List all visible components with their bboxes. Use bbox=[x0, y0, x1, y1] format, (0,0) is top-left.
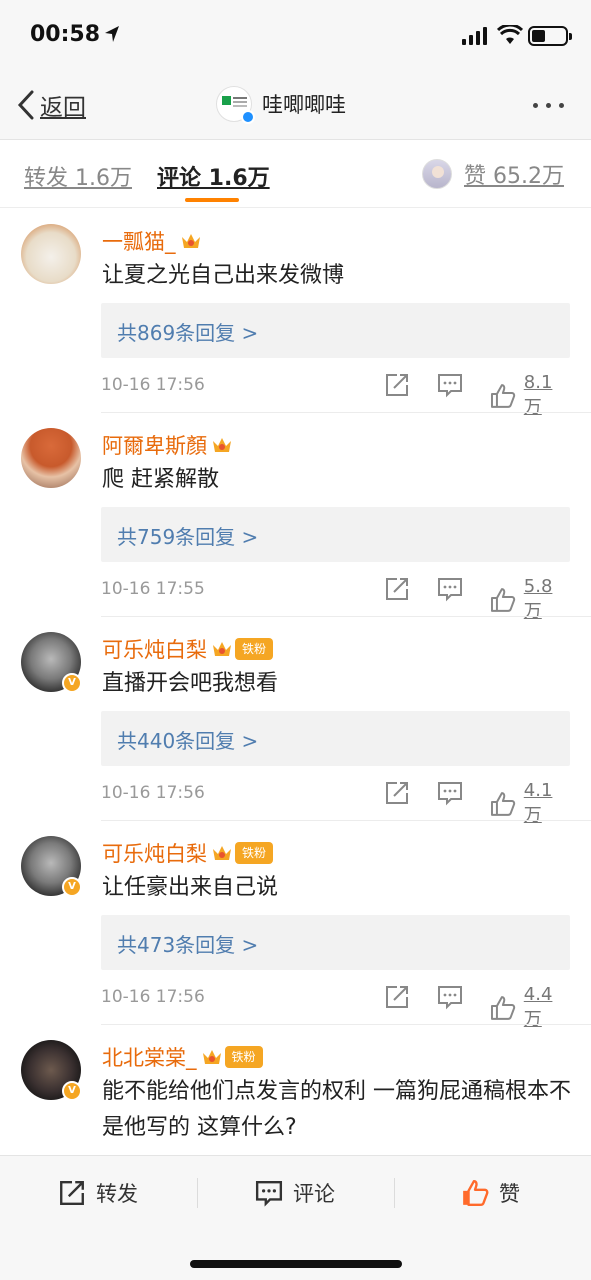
divider bbox=[101, 412, 591, 413]
share-icon bbox=[60, 1181, 84, 1205]
tab-likes[interactable]: 赞 65.2万 bbox=[422, 158, 564, 190]
back-label: 返回 bbox=[40, 95, 86, 121]
share-icon[interactable] bbox=[384, 984, 410, 1010]
thumbs-up-icon bbox=[490, 791, 516, 816]
reply-summary[interactable]: 共869条回复 > bbox=[101, 303, 570, 358]
thumbs-up-icon bbox=[490, 383, 516, 408]
comment-icon bbox=[255, 1181, 283, 1207]
verified-icon bbox=[241, 110, 255, 124]
verified-icon: V bbox=[62, 1081, 82, 1101]
reply-summary[interactable]: 共473条回复 > bbox=[101, 915, 570, 970]
thumbs-up-icon bbox=[490, 587, 516, 612]
comment-text: 爬 赶紧解散 bbox=[102, 467, 219, 492]
fan-badge: 铁粉 bbox=[235, 842, 274, 864]
comment-text: 能不能给他们点发言的权利 一篇狗屁通稿根本不是他写的 这算什么? bbox=[102, 1079, 571, 1140]
comment-button[interactable]: 评论 bbox=[255, 1177, 335, 1209]
comment-time: 10-16 17:56 bbox=[101, 375, 205, 395]
share-icon[interactable] bbox=[384, 780, 410, 806]
username[interactable]: 可乐炖白梨 bbox=[102, 634, 207, 664]
wifi-icon bbox=[497, 25, 523, 44]
active-tab-indicator bbox=[185, 198, 239, 202]
nav-bar: 返回 哇唧唧哇 bbox=[0, 70, 591, 140]
home-indicator[interactable] bbox=[190, 1260, 402, 1268]
tab-repost[interactable]: 转发 1.6万 bbox=[24, 160, 132, 192]
verified-icon: V bbox=[62, 877, 82, 897]
comment-icon[interactable] bbox=[437, 372, 463, 398]
signal-icon bbox=[462, 27, 487, 45]
status-bar: 00:58 bbox=[0, 0, 591, 70]
username[interactable]: 北北棠棠_ bbox=[102, 1042, 197, 1072]
crown-icon bbox=[213, 642, 231, 656]
avatar[interactable] bbox=[21, 224, 81, 284]
reply-count: 共473条回复 > bbox=[117, 933, 259, 957]
tab-bar: 转发 1.6万 评论 1.6万 赞 65.2万 bbox=[0, 140, 591, 208]
crown-icon bbox=[213, 438, 231, 452]
like-button[interactable]: 赞 bbox=[461, 1177, 520, 1209]
crown-icon bbox=[181, 234, 200, 248]
reply-summary[interactable]: 共440条回复 > bbox=[101, 711, 570, 766]
repost-button[interactable]: 转发 bbox=[58, 1177, 138, 1209]
like-label: 赞 bbox=[499, 1182, 520, 1206]
divider bbox=[101, 820, 591, 821]
avatar[interactable]: V bbox=[21, 1040, 82, 1101]
reply-count: 共759条回复 > bbox=[117, 525, 259, 549]
comment-time: 10-16 17:56 bbox=[101, 987, 205, 1007]
comment-text: 让任豪出来自己说 bbox=[102, 875, 279, 900]
comment-label: 评论 bbox=[293, 1182, 335, 1206]
fan-badge: 铁粉 bbox=[235, 638, 274, 660]
comment-time: 10-16 17:56 bbox=[101, 783, 205, 803]
reply-count: 共869条回复 > bbox=[117, 321, 259, 345]
more-icon[interactable] bbox=[533, 103, 564, 108]
location-arrow-icon bbox=[105, 26, 119, 42]
thumbs-up-icon bbox=[463, 1179, 489, 1207]
account-avatar[interactable] bbox=[216, 86, 255, 124]
comment-text: 让夏之光自己出来发微博 bbox=[102, 263, 345, 288]
username[interactable]: 一瓢猫_ bbox=[102, 226, 176, 256]
reply-summary[interactable]: 共759条回复 > bbox=[101, 507, 570, 562]
verified-icon: V bbox=[62, 673, 82, 693]
comment-time: 10-16 17:55 bbox=[101, 579, 205, 599]
chevron-left-icon bbox=[17, 90, 34, 120]
avatar[interactable]: V bbox=[21, 632, 82, 693]
tab-comment[interactable]: 评论 1.6万 bbox=[157, 160, 270, 192]
comment-icon[interactable] bbox=[437, 780, 463, 806]
bottom-action-bar: 转发 评论 赞 bbox=[0, 1155, 591, 1280]
divider bbox=[197, 1178, 198, 1208]
divider bbox=[101, 1024, 591, 1025]
crown-icon bbox=[202, 1050, 221, 1064]
reply-count: 共440条回复 > bbox=[117, 729, 259, 753]
liker-avatar bbox=[422, 159, 452, 189]
divider bbox=[101, 616, 591, 617]
repost-label: 转发 bbox=[96, 1182, 138, 1206]
thumbs-up-icon bbox=[490, 995, 516, 1020]
account-name[interactable]: 哇唧唧哇 bbox=[262, 89, 346, 119]
status-time: 00:58 bbox=[30, 22, 101, 47]
username[interactable]: 阿爾卑斯顏 bbox=[102, 430, 207, 460]
account-header[interactable]: 哇唧唧哇 bbox=[216, 86, 346, 124]
crown-icon bbox=[213, 846, 231, 860]
comment-icon[interactable] bbox=[437, 576, 463, 602]
share-icon[interactable] bbox=[384, 576, 410, 602]
battery-icon bbox=[528, 26, 572, 46]
divider bbox=[394, 1178, 395, 1208]
comment-text: 直播开会吧我想看 bbox=[102, 671, 279, 696]
share-icon[interactable] bbox=[384, 372, 410, 398]
fan-badge: 铁粉 bbox=[224, 1046, 263, 1068]
avatar[interactable]: V bbox=[21, 836, 82, 897]
back-button[interactable]: 返回 bbox=[16, 88, 86, 122]
username[interactable]: 可乐炖白梨 bbox=[102, 838, 207, 868]
comment-icon[interactable] bbox=[437, 984, 463, 1010]
avatar[interactable] bbox=[21, 428, 81, 488]
tab-likes-label: 赞 65.2万 bbox=[464, 164, 564, 189]
